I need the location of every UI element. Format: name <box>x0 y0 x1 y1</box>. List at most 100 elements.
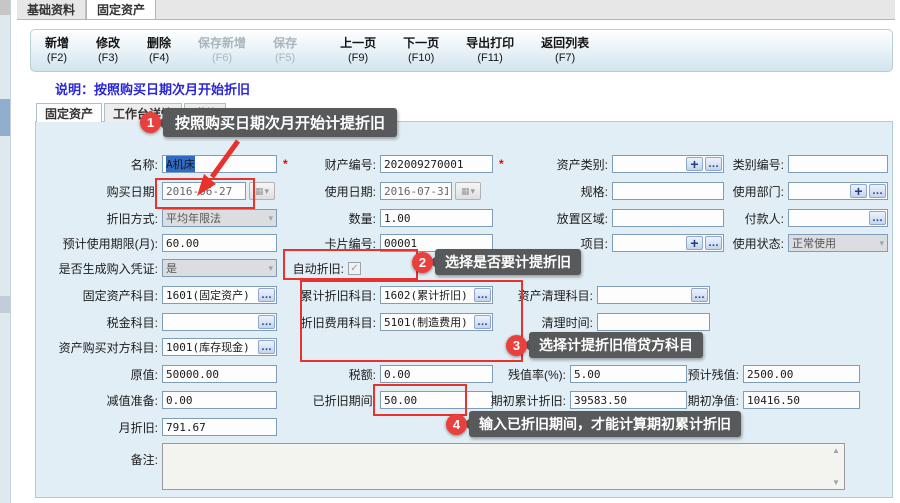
remark-label: 备注: <box>28 451 162 468</box>
spec-label: 规格: <box>478 183 612 200</box>
residual-rate-label: 残值率(%): <box>436 366 570 383</box>
quantity-input[interactable]: 1.00 <box>380 209 493 227</box>
counter-account-input[interactable]: 1001(库存现金) … <box>162 338 277 356</box>
impairment-label: 减值准备: <box>28 392 162 409</box>
subtab-fixed-asset[interactable]: 固定资产 <box>36 103 102 122</box>
use-date-input[interactable]: 2016-07-31 <box>380 182 452 200</box>
next-page-button[interactable]: 下一页(F10) <box>403 36 439 66</box>
left-sidebar-strip[interactable] <box>0 0 11 503</box>
depr-periods-label: 已折旧期间: <box>246 392 380 409</box>
expected-life-label: 预计使用期限(月): <box>28 235 162 252</box>
form-panel <box>35 121 893 498</box>
payer-input[interactable]: … <box>788 209 888 227</box>
field-depr-method: 折旧方式: 平均年限法▾ <box>28 209 277 227</box>
original-value-label: 原值: <box>28 366 162 383</box>
asset-no-input[interactable]: 202009270001 <box>380 155 493 173</box>
cleanup-time-label: 清理时间: <box>463 314 597 331</box>
callout-4-number: 4 <box>446 414 467 435</box>
description-note: 说明：按照购买日期次月开始折旧 <box>55 79 250 98</box>
field-cleanup-time: 清理时间: <box>463 313 710 331</box>
gen-voucher-label: 是否生成购入凭证: <box>28 260 162 277</box>
toolbar: 新增(F2) 修改(F3) 删除(F4) 保存新增(F6) 保存(F5) 上一页… <box>30 29 893 72</box>
scroll-up-icon[interactable]: ▲ <box>832 446 840 455</box>
field-fixed-asset-account: 固定资产科目: 1601(固定资产) … <box>28 286 277 304</box>
field-use-dept: 使用部门: +… <box>654 182 888 200</box>
field-asset-no: 财产编号: 202009270001 * <box>246 155 504 173</box>
callout-2-number: 2 <box>412 252 433 273</box>
field-purchase-date: 购买日期: 2016-06-27 ▦▾ <box>28 182 275 200</box>
back-to-list-button[interactable]: 返回列表(F7) <box>541 36 589 66</box>
save-and-new-button[interactable]: 保存新增(F6) <box>198 36 246 66</box>
cleanup-account-input[interactable]: … <box>597 286 710 304</box>
placement-area-label: 放置区域: <box>478 210 612 227</box>
tab-basic-data[interactable]: 基础资料 <box>17 0 86 19</box>
ellipsis-icon[interactable]: … <box>869 211 886 225</box>
export-print-button[interactable]: 导出打印(F11) <box>466 36 514 66</box>
callout-1-text: 按照购买日期次月开始计提折旧 <box>163 108 397 137</box>
auto-depr-checkbox[interactable]: ✓ <box>348 262 361 275</box>
field-impairment: 减值准备: 0.00 <box>28 391 277 409</box>
field-quantity: 数量: 1.00 <box>246 209 493 227</box>
field-accum-depr-account: 累计折旧科目: 1602(累计折旧) … <box>246 286 493 304</box>
use-date-label: 使用日期: <box>246 183 380 200</box>
monthly-depr-label: 月折旧: <box>28 419 162 436</box>
ellipsis-icon[interactable]: … <box>258 340 275 354</box>
initial-net-input[interactable]: 10416.50 <box>743 391 860 409</box>
save-button[interactable]: 保存(F5) <box>273 36 297 66</box>
note-text: 按照购买日期次月开始折旧 <box>94 82 250 97</box>
callout-1: 1 按照购买日期次月开始计提折旧 <box>140 108 397 137</box>
category-no-input[interactable] <box>788 155 888 173</box>
depr-method-label: 折旧方式: <box>28 210 162 227</box>
remark-textarea[interactable]: ▲ ▼ <box>162 443 845 490</box>
auto-depr-label: 自动折旧: <box>214 260 348 277</box>
add-button[interactable]: 新增(F2) <box>45 36 69 66</box>
plus-icon[interactable]: + <box>850 184 867 198</box>
callout-2-text: 选择是否要计提折旧 <box>435 249 581 275</box>
field-payer: 付款人: … <box>654 209 888 227</box>
field-expected-life: 预计使用期限(月): 60.00 <box>28 234 277 252</box>
sidebar-block-top <box>0 0 10 15</box>
name-label: 名称: <box>28 156 162 173</box>
field-remark: 备注: <box>28 450 162 468</box>
field-category-no: 类别编号: <box>654 155 888 173</box>
note-label: 说明： <box>55 82 94 97</box>
prev-page-button[interactable]: 上一页(F9) <box>340 36 376 66</box>
use-dept-label: 使用部门: <box>654 183 788 200</box>
category-no-label: 类别编号: <box>654 156 788 173</box>
use-dept-input[interactable]: +… <box>788 182 888 200</box>
edit-button[interactable]: 修改(F3) <box>96 36 120 66</box>
callout-1-number: 1 <box>140 112 161 133</box>
cleanup-account-label: 资产清理科目: <box>463 287 597 304</box>
quantity-label: 数量: <box>246 210 380 227</box>
tab-fixed-assets[interactable]: 固定资产 <box>86 0 156 19</box>
field-original-value: 原值: 50000.00 <box>28 365 277 383</box>
sidebar-block-mid <box>0 296 10 313</box>
field-auto-depr: 自动折旧: ✓ <box>214 259 361 277</box>
purchase-date-input[interactable]: 2016-06-27 <box>162 182 246 200</box>
callout-3-number: 3 <box>506 335 527 356</box>
sidebar-block-blue <box>0 99 10 136</box>
tax-account-label: 税金科目: <box>28 314 162 331</box>
ellipsis-icon[interactable]: … <box>869 184 886 198</box>
field-expected-residual: 预计残值: 2500.00 <box>609 365 860 383</box>
checkmark-icon: ✓ <box>350 263 358 274</box>
cleanup-time-input[interactable] <box>597 313 710 331</box>
callout-3: 3 选择计提折旧借贷方科目 <box>506 332 703 358</box>
remark-scrollbar[interactable]: ▲ ▼ <box>830 446 842 487</box>
field-initial-net: 期初净值: 10416.50 <box>609 391 860 409</box>
purchase-date-label: 购买日期: <box>28 183 162 200</box>
field-counter-account: 资产购买对方科目: 1001(库存现金) … <box>28 338 277 356</box>
ellipsis-icon[interactable]: … <box>691 288 708 302</box>
fixed-asset-account-label: 固定资产科目: <box>28 287 162 304</box>
chevron-down-icon: ▾ <box>879 238 884 249</box>
expected-residual-label: 预计残值: <box>609 366 743 383</box>
callout-2: 2 选择是否要计提折旧 <box>412 249 581 275</box>
scroll-down-icon[interactable]: ▼ <box>832 478 840 487</box>
use-status-select[interactable]: 正常使用▾ <box>788 234 888 252</box>
field-tax-account: 税金科目: … <box>28 313 277 331</box>
delete-button[interactable]: 删除(F4) <box>147 36 171 66</box>
card-no-label: 卡片编号: <box>246 235 380 252</box>
monthly-depr-input[interactable]: 791.67 <box>162 418 277 436</box>
expected-residual-input[interactable]: 2500.00 <box>743 365 860 383</box>
depr-expense-account-label: 折旧费用科目: <box>246 314 380 331</box>
